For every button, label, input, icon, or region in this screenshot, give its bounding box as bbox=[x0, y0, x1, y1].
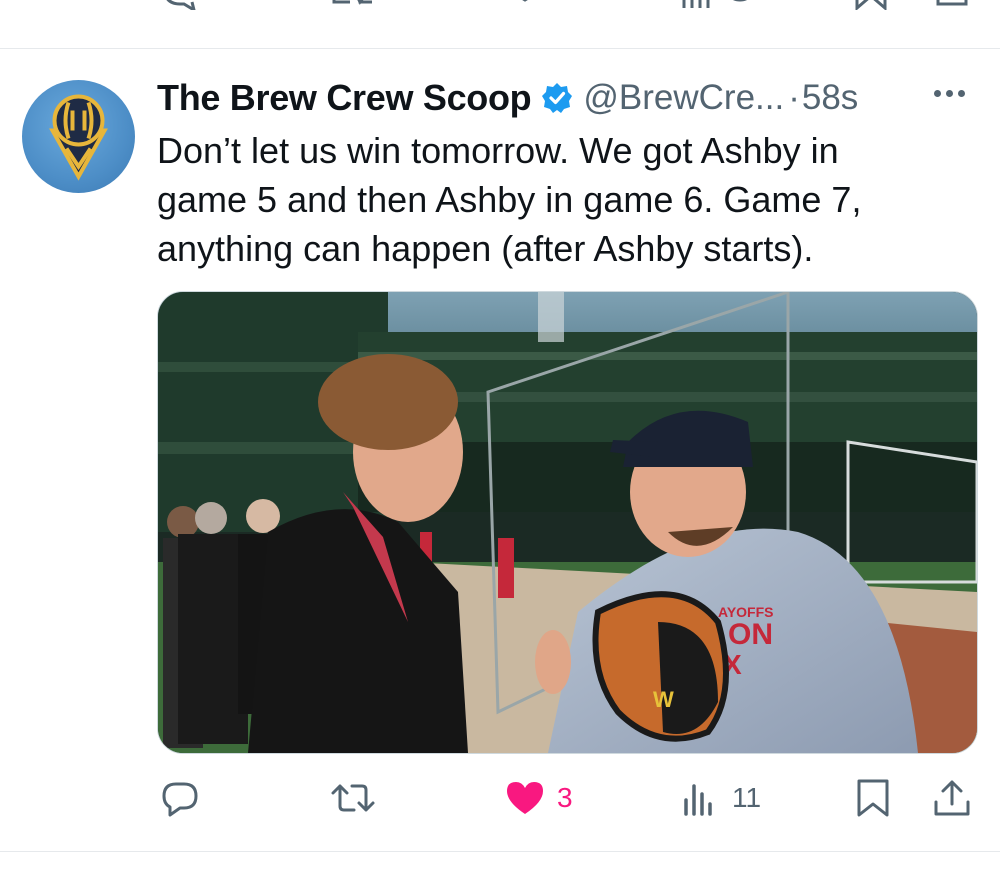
like-button[interactable]: 3 bbox=[505, 770, 573, 826]
divider-top bbox=[0, 48, 1000, 49]
heart-icon[interactable] bbox=[505, 0, 565, 15]
more-options-icon[interactable] bbox=[934, 84, 974, 112]
author-handle[interactable]: @BrewCre... bbox=[583, 78, 784, 118]
share-button[interactable] bbox=[932, 770, 972, 826]
retweet-button[interactable] bbox=[330, 770, 376, 826]
views-icon[interactable] bbox=[680, 0, 760, 15]
stadium-photo: AYOFFS ON X W bbox=[158, 292, 977, 753]
reply-icon bbox=[162, 782, 198, 817]
reply-icon[interactable] bbox=[160, 0, 200, 15]
sweatshirt-text-mid: ON bbox=[728, 618, 773, 651]
views-button[interactable]: 11 bbox=[680, 770, 761, 826]
author-name[interactable]: The Brew Crew Scoop bbox=[157, 77, 532, 119]
separator-dot: · bbox=[788, 78, 800, 117]
like-count: 3 bbox=[557, 782, 573, 813]
reply-button[interactable] bbox=[160, 770, 200, 826]
bookmark-icon[interactable] bbox=[853, 0, 889, 15]
previous-tweet-actions bbox=[0, 0, 1000, 48]
svg-text:W: W bbox=[653, 687, 674, 712]
heart-filled-icon bbox=[507, 782, 543, 814]
timestamp[interactable]: 58s bbox=[802, 78, 858, 118]
views-icon bbox=[684, 784, 712, 816]
verified-badge-icon bbox=[541, 82, 573, 114]
share-icon[interactable] bbox=[934, 0, 970, 15]
bookmark-button[interactable] bbox=[853, 770, 893, 826]
avatar[interactable] bbox=[22, 80, 135, 193]
tweet-text: Don’t let us win tomorrow. We got Ashby … bbox=[157, 130, 862, 269]
retweet-icon[interactable] bbox=[330, 0, 376, 15]
divider-bottom bbox=[0, 851, 1000, 852]
retweet-icon bbox=[331, 784, 375, 812]
share-icon bbox=[934, 780, 970, 816]
tweet-photo[interactable]: AYOFFS ON X W bbox=[157, 291, 978, 754]
brewers-logo-icon bbox=[49, 94, 108, 181]
views-count: 11 bbox=[732, 782, 762, 813]
tweet-action-bar: 3 11 bbox=[0, 770, 1000, 826]
bookmark-icon bbox=[857, 779, 889, 817]
tweet-header: The Brew Crew Scoop @BrewCre... · 58s bbox=[157, 74, 858, 122]
